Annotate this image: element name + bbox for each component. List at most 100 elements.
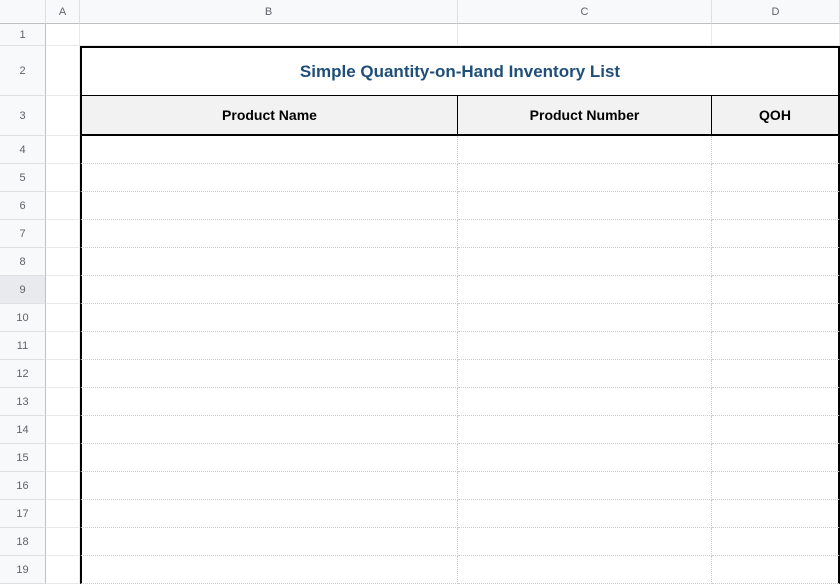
row-header-11[interactable]: 11 xyxy=(0,332,46,360)
cell-d6[interactable] xyxy=(712,192,840,220)
cell-a10[interactable] xyxy=(46,304,80,332)
column-header-c[interactable]: C xyxy=(458,0,712,24)
cell-c15[interactable] xyxy=(458,444,712,472)
cell-b19[interactable] xyxy=(80,556,458,584)
cell-a17[interactable] xyxy=(46,500,80,528)
header-product-number[interactable]: Product Number xyxy=(458,96,712,136)
cell-b15[interactable] xyxy=(80,444,458,472)
cell-c17[interactable] xyxy=(458,500,712,528)
row-header-14[interactable]: 14 xyxy=(0,416,46,444)
cell-d4[interactable] xyxy=(712,136,840,164)
row-header-15[interactable]: 15 xyxy=(0,444,46,472)
row-header-17[interactable]: 17 xyxy=(0,500,46,528)
cell-b1[interactable] xyxy=(80,24,458,46)
cell-c18[interactable] xyxy=(458,528,712,556)
cell-c4[interactable] xyxy=(458,136,712,164)
cell-a11[interactable] xyxy=(46,332,80,360)
cell-d19[interactable] xyxy=(712,556,840,584)
cell-d1[interactable] xyxy=(712,24,840,46)
cell-b13[interactable] xyxy=(80,388,458,416)
cell-b12[interactable] xyxy=(80,360,458,388)
cell-d8[interactable] xyxy=(712,248,840,276)
cell-c10[interactable] xyxy=(458,304,712,332)
cell-d14[interactable] xyxy=(712,416,840,444)
cell-d16[interactable] xyxy=(712,472,840,500)
row-header-1[interactable]: 1 xyxy=(0,24,46,46)
cell-a19[interactable] xyxy=(46,556,80,584)
row-header-7[interactable]: 7 xyxy=(0,220,46,248)
row-4 xyxy=(46,136,840,164)
cell-b16[interactable] xyxy=(80,472,458,500)
cell-c19[interactable] xyxy=(458,556,712,584)
cell-a16[interactable] xyxy=(46,472,80,500)
cell-c5[interactable] xyxy=(458,164,712,192)
cell-c13[interactable] xyxy=(458,388,712,416)
cell-c8[interactable] xyxy=(458,248,712,276)
column-header-b[interactable]: B xyxy=(80,0,458,24)
row-header-6[interactable]: 6 xyxy=(0,192,46,220)
row-header-3[interactable]: 3 xyxy=(0,96,46,136)
cell-b18[interactable] xyxy=(80,528,458,556)
cell-a5[interactable] xyxy=(46,164,80,192)
cell-c16[interactable] xyxy=(458,472,712,500)
row-header-8[interactable]: 8 xyxy=(0,248,46,276)
cell-d9[interactable] xyxy=(712,276,840,304)
column-header-d[interactable]: D xyxy=(712,0,840,24)
cell-d13[interactable] xyxy=(712,388,840,416)
row-header-13[interactable]: 13 xyxy=(0,388,46,416)
header-qoh[interactable]: QOH xyxy=(712,96,840,136)
cell-a3[interactable] xyxy=(46,96,80,136)
row-header-16[interactable]: 16 xyxy=(0,472,46,500)
cell-b11[interactable] xyxy=(80,332,458,360)
inventory-title[interactable]: Simple Quantity-on-Hand Inventory List xyxy=(80,46,840,96)
row-header-4[interactable]: 4 xyxy=(0,136,46,164)
cell-b17[interactable] xyxy=(80,500,458,528)
row-header-19[interactable]: 19 xyxy=(0,556,46,584)
cell-a18[interactable] xyxy=(46,528,80,556)
cell-a13[interactable] xyxy=(46,388,80,416)
row-header-12[interactable]: 12 xyxy=(0,360,46,388)
cell-a15[interactable] xyxy=(46,444,80,472)
row-header-2[interactable]: 2 xyxy=(0,46,46,96)
cell-c14[interactable] xyxy=(458,416,712,444)
cell-d7[interactable] xyxy=(712,220,840,248)
row-header-9[interactable]: 9 xyxy=(0,276,46,304)
cell-a7[interactable] xyxy=(46,220,80,248)
cell-b7[interactable] xyxy=(80,220,458,248)
header-product-name[interactable]: Product Name xyxy=(80,96,458,136)
cell-d17[interactable] xyxy=(712,500,840,528)
cell-b4[interactable] xyxy=(80,136,458,164)
row-header-10[interactable]: 10 xyxy=(0,304,46,332)
select-all-corner[interactable] xyxy=(0,0,46,24)
cell-a6[interactable] xyxy=(46,192,80,220)
cell-b9[interactable] xyxy=(80,276,458,304)
cell-c11[interactable] xyxy=(458,332,712,360)
cell-d18[interactable] xyxy=(712,528,840,556)
row-header-18[interactable]: 18 xyxy=(0,528,46,556)
cell-c6[interactable] xyxy=(458,192,712,220)
row-13 xyxy=(46,388,840,416)
cell-b10[interactable] xyxy=(80,304,458,332)
cell-c9[interactable] xyxy=(458,276,712,304)
cell-c12[interactable] xyxy=(458,360,712,388)
row-header-5[interactable]: 5 xyxy=(0,164,46,192)
cell-a9[interactable] xyxy=(46,276,80,304)
cell-a12[interactable] xyxy=(46,360,80,388)
cell-d10[interactable] xyxy=(712,304,840,332)
cell-d15[interactable] xyxy=(712,444,840,472)
cell-a8[interactable] xyxy=(46,248,80,276)
cell-b14[interactable] xyxy=(80,416,458,444)
cell-c1[interactable] xyxy=(458,24,712,46)
cell-b5[interactable] xyxy=(80,164,458,192)
cell-b6[interactable] xyxy=(80,192,458,220)
cell-a14[interactable] xyxy=(46,416,80,444)
cell-b8[interactable] xyxy=(80,248,458,276)
cell-a1[interactable] xyxy=(46,24,80,46)
cell-d12[interactable] xyxy=(712,360,840,388)
column-header-a[interactable]: A xyxy=(46,0,80,24)
cell-c7[interactable] xyxy=(458,220,712,248)
cell-a2[interactable] xyxy=(46,46,80,96)
cell-d5[interactable] xyxy=(712,164,840,192)
cell-d11[interactable] xyxy=(712,332,840,360)
cell-a4[interactable] xyxy=(46,136,80,164)
